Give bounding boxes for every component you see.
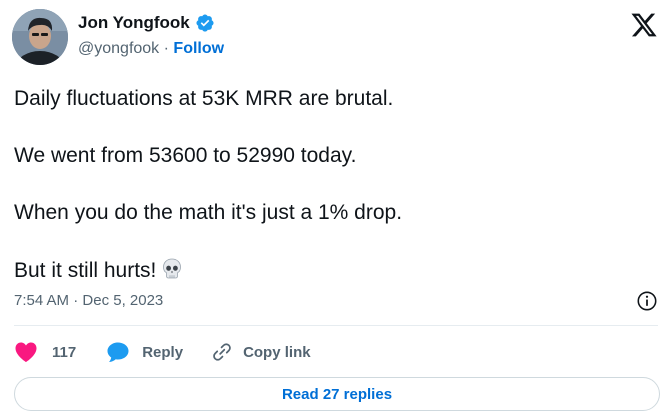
author-name-row[interactable]: Jon Yongfook: [78, 13, 215, 33]
avatar[interactable]: [12, 9, 68, 65]
divider: [14, 325, 658, 326]
follow-link[interactable]: Follow: [173, 40, 224, 57]
reply-label: Reply: [142, 343, 184, 361]
action-bar: 117 Reply Copy link: [14, 338, 311, 366]
reply-button[interactable]: Reply: [106, 340, 183, 364]
like-button[interactable]: 117: [14, 341, 76, 363]
copy-link-button[interactable]: Copy link: [211, 341, 311, 363]
link-icon: [213, 343, 231, 361]
heart-icon: [15, 342, 37, 362]
x-logo-icon[interactable]: [630, 11, 658, 39]
tweet-line: Daily fluctuations at 53K MRR are brutal…: [14, 87, 394, 110]
tweet-line: When you do the math it's just a 1% drop…: [14, 201, 403, 224]
tweet-date: Dec 5, 2023: [82, 292, 164, 309]
verified-badge-icon: [195, 13, 215, 33]
tweet-text: Daily fluctuations at 53K MRR are brutal…: [14, 86, 654, 315]
author-handle[interactable]: @yongfook: [78, 40, 159, 57]
read-replies-label: Read 27 replies: [281, 385, 393, 403]
tweet-line-last: But it still hurts!: [14, 257, 654, 284]
meta-separator: ·: [73, 292, 79, 309]
tweet-time: 7:54 AM: [14, 292, 70, 309]
tweet-card: Jon Yongfook @yongfook · Follow Daily fl…: [0, 0, 670, 417]
speech-bubble-icon: [107, 342, 129, 362]
skull-emoji-icon: [160, 257, 184, 281]
copy-link-label: Copy link: [243, 343, 311, 361]
info-icon[interactable]: [636, 290, 658, 312]
read-replies-button[interactable]: Read 27 replies: [14, 377, 660, 411]
handle-separator: ·: [163, 40, 169, 57]
author-name[interactable]: Jon Yongfook: [78, 13, 190, 33]
like-count: 117: [52, 343, 77, 361]
handle-row: @yongfook · Follow: [78, 40, 224, 58]
tweet-line: We went from 53600 to 52990 today.: [14, 144, 357, 167]
tweet-line: But it still hurts!: [14, 259, 157, 282]
avatar-image: [12, 9, 68, 65]
tweet-timestamp[interactable]: 7:54 AM · Dec 5, 2023: [14, 292, 163, 309]
